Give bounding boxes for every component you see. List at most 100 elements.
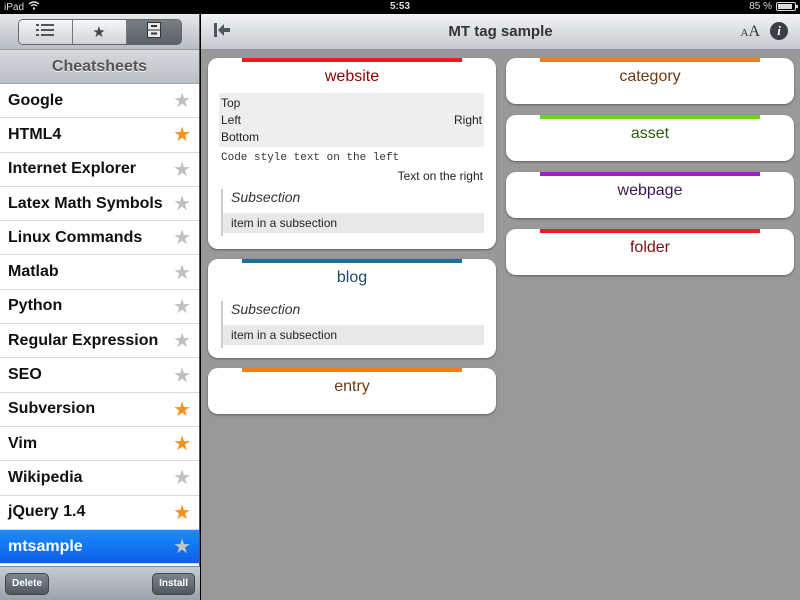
list-item-label: Latex Math Symbols — [8, 194, 163, 212]
position-right: Right — [453, 113, 482, 127]
sidebar-footer: Delete Install — [0, 566, 200, 600]
list-item-label: HTML4 — [8, 125, 62, 143]
battery-icon — [776, 2, 798, 11]
card-color-bar — [540, 115, 760, 119]
list-item-label: Matlab — [8, 263, 59, 281]
list-item[interactable]: Vim ★ — [0, 426, 199, 462]
main-content: MT tag sample AA i website Top Left Righ… — [201, 14, 800, 600]
card-title: folder — [629, 239, 671, 256]
cabinet-icon — [146, 21, 161, 42]
card-title: asset — [630, 125, 670, 142]
list-item[interactable]: Wikipedia ★ — [0, 461, 199, 496]
favorite-star-icon[interactable]: ★ — [173, 157, 191, 182]
list-item-label: Internet Explorer — [8, 160, 137, 178]
sidebar: ★ Cheatsheets Google ★ HTML4 ★ Internet Expl… — [0, 14, 200, 600]
card-entry: entry — [208, 368, 496, 414]
cheatsheet-list: Google ★ HTML4 ★ Internet Explorer ★ Latex Mat… — [0, 84, 199, 565]
subsection-title: Subsection — [231, 189, 301, 205]
favorite-star-icon[interactable]: ★ — [173, 534, 191, 559]
favorite-star-icon[interactable]: ★ — [173, 260, 191, 285]
list-item-label: Python — [8, 297, 63, 315]
list-item[interactable]: Google ★ — [0, 84, 199, 119]
subsection: Subsection item in a subsection — [221, 189, 484, 236]
card-website: website Top Left Right Bottom Code style… — [208, 58, 496, 249]
list-item-label: Vim — [8, 434, 38, 452]
segment-cheatsheets[interactable] — [126, 19, 181, 44]
subsection: Subsection item in a subsection — [221, 301, 484, 348]
card-title: website — [324, 68, 380, 85]
card-title: entry — [334, 378, 370, 395]
list-item[interactable]: Matlab ★ — [0, 255, 199, 290]
card-webpage: webpage — [506, 172, 794, 218]
favorite-star-icon[interactable]: ★ — [173, 328, 191, 353]
list-item[interactable]: Linux Commands ★ — [0, 221, 199, 256]
subsection-item: item in a subsection — [223, 213, 484, 233]
card-color-bar — [242, 259, 462, 263]
list-item[interactable]: Internet Explorer ★ — [0, 152, 199, 187]
font-large-glyph: A — [748, 23, 760, 40]
app-root: iPad 5:53 85 % ★ Cheatsheets Google ★ HT… — [0, 0, 800, 600]
star-icon: ★ — [92, 23, 106, 41]
favorite-star-icon[interactable]: ★ — [173, 397, 191, 422]
card-title: blog — [336, 269, 368, 286]
favorite-star-icon[interactable]: ★ — [173, 431, 191, 456]
list-item-label: SEO — [8, 366, 42, 384]
list-item-label: mtsample — [8, 537, 83, 555]
favorite-star-icon[interactable]: ★ — [173, 363, 191, 388]
page-title: MT tag sample — [448, 23, 553, 40]
code-text-left: Code style text on the left — [221, 152, 400, 164]
favorite-star-icon[interactable]: ★ — [173, 225, 191, 250]
list-item[interactable]: SEO ★ — [0, 358, 199, 393]
list-item[interactable]: mtsample ★ — [0, 529, 199, 565]
font-size-button[interactable]: AA — [740, 23, 760, 41]
list-item-label: Wikipedia — [8, 468, 83, 486]
favorite-star-icon[interactable]: ★ — [173, 465, 191, 490]
list-item[interactable]: Regular Expression ★ — [0, 324, 199, 359]
position-box: Top Left Right Bottom — [219, 93, 484, 147]
list-item-label: Regular Expression — [8, 331, 159, 349]
card-folder: folder — [506, 229, 794, 275]
card-asset: asset — [506, 115, 794, 161]
list-item[interactable]: Latex Math Symbols ★ — [0, 186, 199, 222]
install-button[interactable]: Install — [152, 573, 195, 595]
delete-button[interactable]: Delete — [5, 573, 50, 595]
view-segmented-control: ★ — [17, 18, 182, 45]
card-color-bar — [242, 368, 462, 372]
card-color-bar — [540, 172, 760, 176]
card-color-bar — [540, 58, 760, 62]
clock: 5:53 — [389, 1, 410, 12]
segment-favorites[interactable]: ★ — [72, 19, 127, 44]
card-category: category — [506, 58, 794, 104]
battery-percent: 85 % — [749, 1, 772, 12]
status-bar: iPad 5:53 85 % — [0, 0, 800, 14]
favorite-star-icon[interactable]: ★ — [173, 122, 191, 147]
position-left: Left — [221, 113, 242, 127]
favorite-star-icon[interactable]: ★ — [173, 191, 191, 216]
navigation-bar: MT tag sample AA i — [201, 14, 800, 50]
list-item[interactable]: HTML4 ★ — [0, 118, 199, 153]
list-item-label: Google — [8, 91, 64, 109]
list-icon — [36, 23, 54, 40]
subsection-title: Subsection — [231, 301, 301, 317]
segmented-control-bar: ★ — [0, 14, 199, 50]
favorite-star-icon[interactable]: ★ — [173, 500, 191, 525]
list-item-label: Subversion — [8, 400, 96, 418]
card-title: webpage — [617, 182, 683, 199]
subsection-item: item in a subsection — [223, 325, 484, 345]
position-top: Top — [221, 96, 241, 110]
segment-list[interactable] — [18, 19, 73, 44]
sidebar-title: Cheatsheets — [0, 50, 199, 84]
list-item-label: jQuery 1.4 — [8, 503, 86, 521]
favorite-star-icon[interactable]: ★ — [173, 88, 191, 113]
position-bottom: Bottom — [221, 130, 260, 144]
card-blog: blog Subsection item in a subsection — [208, 259, 496, 358]
list-item[interactable]: Python ★ — [0, 289, 199, 325]
card-color-bar — [540, 229, 760, 233]
text-right: Text on the right — [397, 169, 483, 183]
favorite-star-icon[interactable]: ★ — [173, 294, 191, 319]
list-item[interactable]: jQuery 1.4 ★ — [0, 495, 199, 530]
card-title: category — [619, 68, 681, 85]
info-icon[interactable]: i — [770, 22, 788, 40]
list-item[interactable]: Subversion ★ — [0, 392, 199, 427]
card-color-bar — [242, 58, 462, 62]
